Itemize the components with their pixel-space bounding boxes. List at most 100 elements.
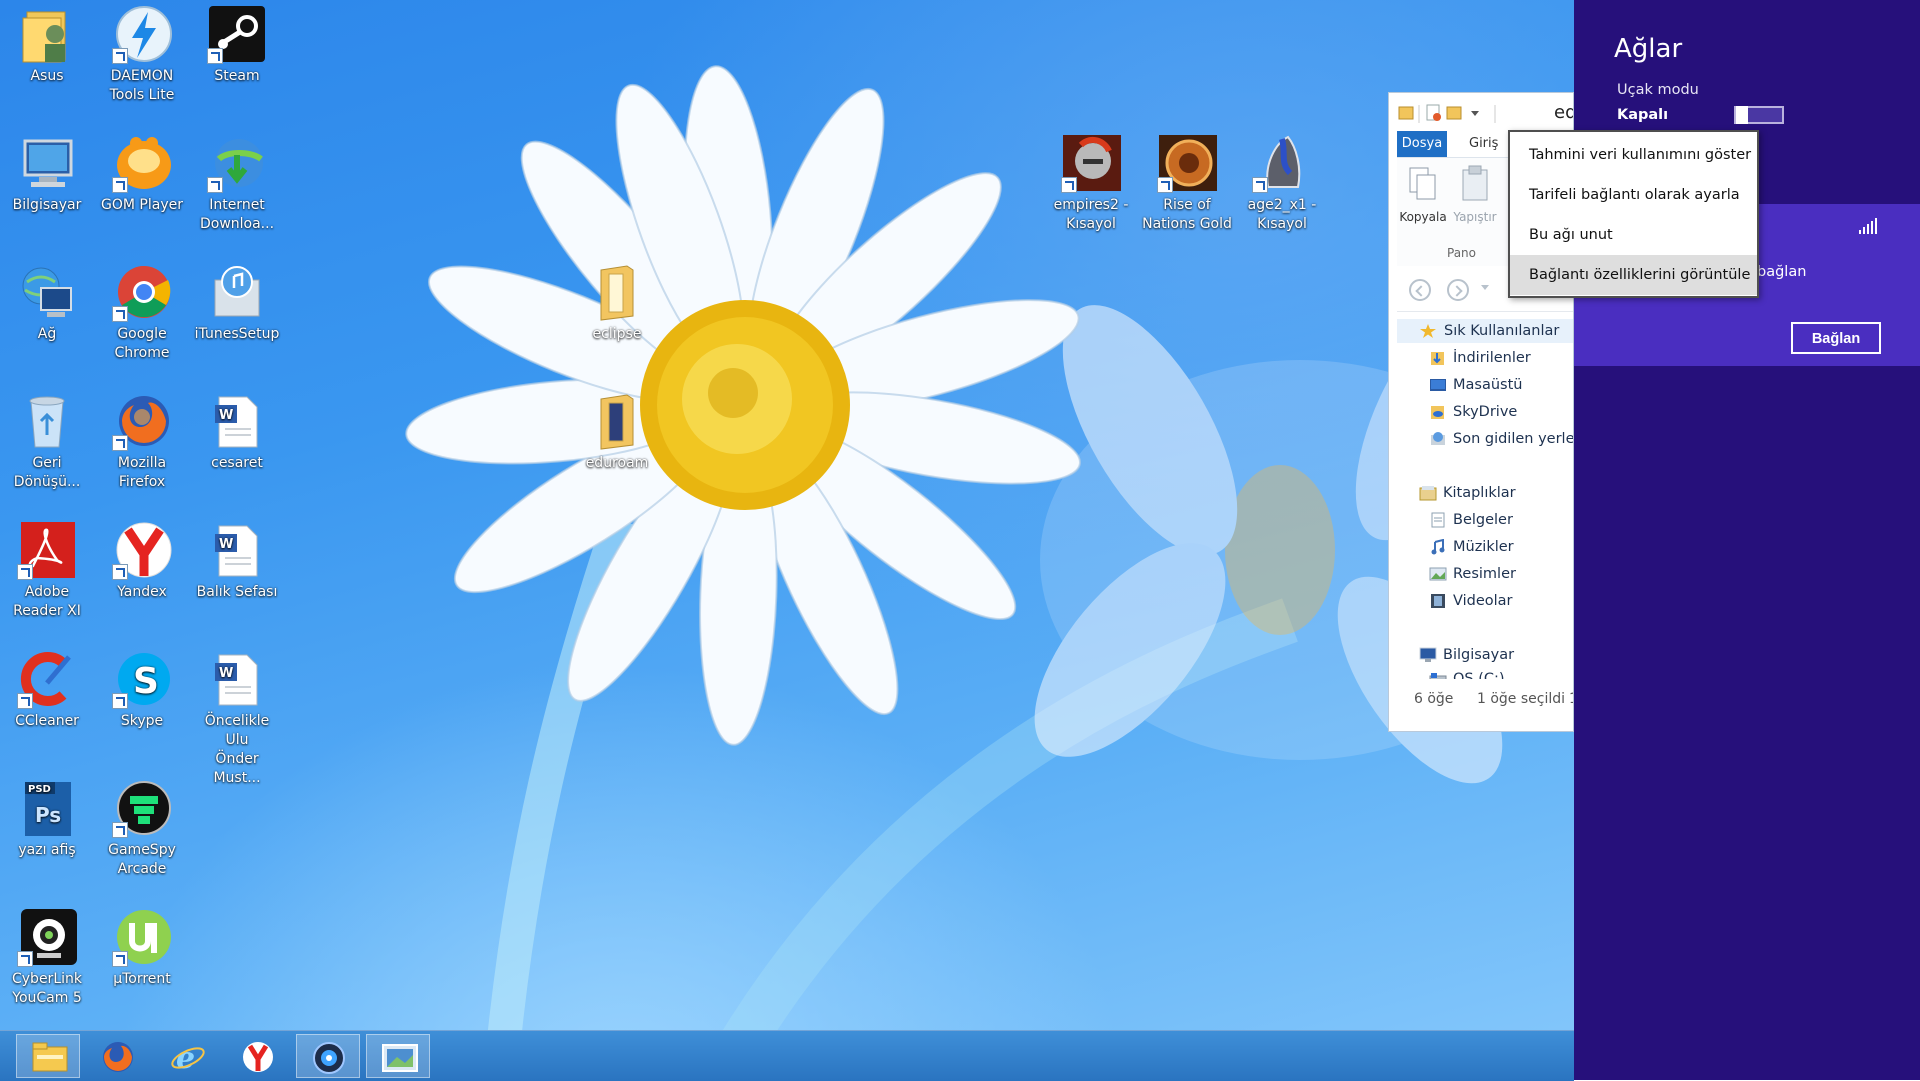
desktop-icon-mozilla-firefox[interactable]: Mozilla Firefox <box>94 387 190 492</box>
recent-places-icon <box>1431 432 1445 445</box>
quick-access-toolbar <box>1398 104 1496 123</box>
paste-icon <box>1462 165 1488 201</box>
paste-button[interactable]: Yapıştır <box>1449 164 1501 224</box>
menu-item-show-estimated-data-usage[interactable]: Tahmini veri kullanımını göster <box>1510 135 1757 175</box>
taskbar-file-explorer[interactable] <box>16 1034 80 1078</box>
desktop-icon-label: Bilgisayar <box>12 197 82 213</box>
desktop-icon-balik-sefasi[interactable]: W Balık Sefası <box>189 516 285 602</box>
videos-library-icon <box>1431 594 1445 608</box>
copy-button[interactable]: Kopyala <box>1397 164 1449 224</box>
desktop-icon-label: Geri Dönüşü... <box>13 455 81 490</box>
desktop-icon-recycle-bin[interactable]: Geri Dönüşü... <box>0 387 95 492</box>
desktop-icon-ccleaner[interactable]: CCleaner <box>0 645 95 731</box>
desktop-icon-label: Yandex <box>117 584 167 600</box>
desktop-icon-eclipse[interactable]: eclipse <box>569 258 665 344</box>
shortcut-arrow-icon <box>112 951 128 967</box>
desktop-icon-label: eclipse <box>592 326 642 342</box>
desktop-icon-label: Asus <box>30 68 64 84</box>
desktop-icon-label: CyberLink YouCam 5 <box>12 971 82 1006</box>
folder-icon <box>587 391 647 451</box>
desktop-icon-asus[interactable]: Asus <box>0 0 95 86</box>
desktop-icon-internet-download-manager[interactable]: Internet Downloa... <box>189 129 285 234</box>
desktop-icon-cyberlink-youcam[interactable]: CyberLink YouCam 5 <box>0 903 95 1008</box>
paste-label: Yapıştır <box>1453 210 1497 224</box>
desktop-icon-google-chrome[interactable]: Google Chrome <box>94 258 190 363</box>
shortcut-arrow-icon <box>17 951 33 967</box>
yandex-icon <box>112 520 172 580</box>
shortcut-arrow-icon <box>112 306 128 322</box>
desktop-folder-icon <box>1430 379 1446 391</box>
taskbar-internet-explorer[interactable]: e <box>156 1034 220 1078</box>
shortcut-arrow-icon <box>112 693 128 709</box>
back-button[interactable] <box>1409 279 1431 301</box>
desktop-icon-skype[interactable]: S Skype <box>94 645 190 731</box>
connect-automatically-label[interactable]: bağlan <box>1757 264 1806 280</box>
desktop-icon-gamespy-arcade[interactable]: GameSpy Arcade <box>94 774 190 879</box>
steam-icon <box>207 4 267 64</box>
file-explorer-icon <box>32 1042 68 1072</box>
tab-home[interactable]: Giriş <box>1459 131 1508 157</box>
explorer-titlebar: ed <box>1389 93 1573 129</box>
shortcut-arrow-icon <box>1157 177 1173 193</box>
libraries-icon <box>1419 486 1437 501</box>
desktop-icon-oncelikle-ulu-onder[interactable]: W Öncelikle Ulu Önder Must... <box>189 645 285 788</box>
copy-icon <box>1409 167 1436 200</box>
desktop-icon-steam[interactable]: Steam <box>189 0 285 86</box>
desktop-icon-network[interactable]: Ağ <box>0 258 95 344</box>
taskbar-firefox[interactable] <box>86 1034 150 1078</box>
desktop-icon-eduroam[interactable]: eduroam <box>569 387 665 473</box>
internet-download-manager-icon <box>207 133 267 193</box>
svg-text:PSD: PSD <box>28 784 51 795</box>
shortcut-arrow-icon <box>17 693 33 709</box>
user-folder-icon <box>17 4 77 64</box>
airplane-mode-label: Uçak modu <box>1617 82 1699 98</box>
tree-item-favorites[interactable]: Sık Kullanılanlar <box>1397 319 1573 343</box>
menu-item-set-as-metered[interactable]: Tarifeli bağlantı olarak ayarla <box>1510 175 1757 215</box>
desktop-icon-gom-player[interactable]: GOM Player <box>94 129 190 215</box>
desktop-icon-label: Öncelikle Ulu Önder Must... <box>204 713 270 786</box>
daemon-tools-icon <box>112 4 172 64</box>
desktop-icon-age2-x1[interactable]: age2_x1 - Kısayol <box>1234 129 1330 234</box>
status-selected-count: 1 öğe seçildi <box>1477 691 1566 707</box>
recent-locations-chevron-icon[interactable] <box>1481 285 1489 290</box>
desktop-icon-yazi-afis[interactable]: PSD Ps yazı afiş <box>0 774 95 860</box>
svg-text:W: W <box>219 666 233 681</box>
photo-viewer-icon <box>382 1044 418 1072</box>
desktop-icon-label: µTorrent <box>113 971 171 987</box>
shortcut-arrow-icon <box>207 48 223 64</box>
tab-file[interactable]: Dosya <box>1397 131 1447 157</box>
toggle-knob <box>1736 106 1748 124</box>
shortcut-arrow-icon <box>112 177 128 193</box>
recycle-bin-icon <box>17 391 77 451</box>
networks-title: Ağlar <box>1614 34 1683 64</box>
word-document-icon: W <box>207 649 267 709</box>
menu-item-view-connection-properties[interactable]: Bağlantı özelliklerini görüntüle <box>1510 255 1757 295</box>
desktop-icon-itunes-setup[interactable]: iTunesSetup <box>189 258 285 344</box>
desktop-icon-label: empires2 - Kısayol <box>1053 197 1129 232</box>
desktop-icon-cesaret[interactable]: W cesaret <box>189 387 285 473</box>
forward-button[interactable] <box>1447 279 1469 301</box>
shortcut-arrow-icon <box>207 177 223 193</box>
desktop-icon-daemon-tools[interactable]: DAEMON Tools Lite <box>94 0 190 105</box>
connect-button[interactable]: Bağlan <box>1791 322 1881 354</box>
desktop-icon-rise-of-nations[interactable]: Rise of Nations Gold <box>1139 129 1235 234</box>
adobe-reader-icon <box>17 520 77 580</box>
desktop-icon-computer[interactable]: Bilgisayar <box>0 129 95 215</box>
photoshop-psd-icon: PSD Ps <box>17 778 77 838</box>
desktop-icon-label: eduroam <box>585 455 649 471</box>
desktop-icon-utorrent[interactable]: µTorrent <box>94 903 190 989</box>
desktop-icon-adobe-reader[interactable]: Adobe Reader XI <box>0 516 95 621</box>
menu-item-forget-network[interactable]: Bu ağı unut <box>1510 215 1757 255</box>
desktop-icon-label: Internet Downloa... <box>199 197 275 232</box>
yandex-icon <box>243 1042 273 1072</box>
gamespy-arcade-icon <box>112 778 172 838</box>
desktop-icon-label: DAEMON Tools Lite <box>109 68 175 103</box>
airplane-mode-toggle[interactable] <box>1734 106 1784 124</box>
taskbar-yandex[interactable] <box>226 1034 290 1078</box>
desktop-icon-label: GOM Player <box>101 197 183 213</box>
desktop-icon-empires2[interactable]: empires2 - Kısayol <box>1043 129 1139 234</box>
taskbar-media-player[interactable] <box>296 1034 360 1078</box>
shortcut-arrow-icon <box>17 564 33 580</box>
taskbar-photo-viewer[interactable] <box>366 1034 430 1078</box>
desktop-icon-yandex[interactable]: Yandex <box>94 516 190 602</box>
